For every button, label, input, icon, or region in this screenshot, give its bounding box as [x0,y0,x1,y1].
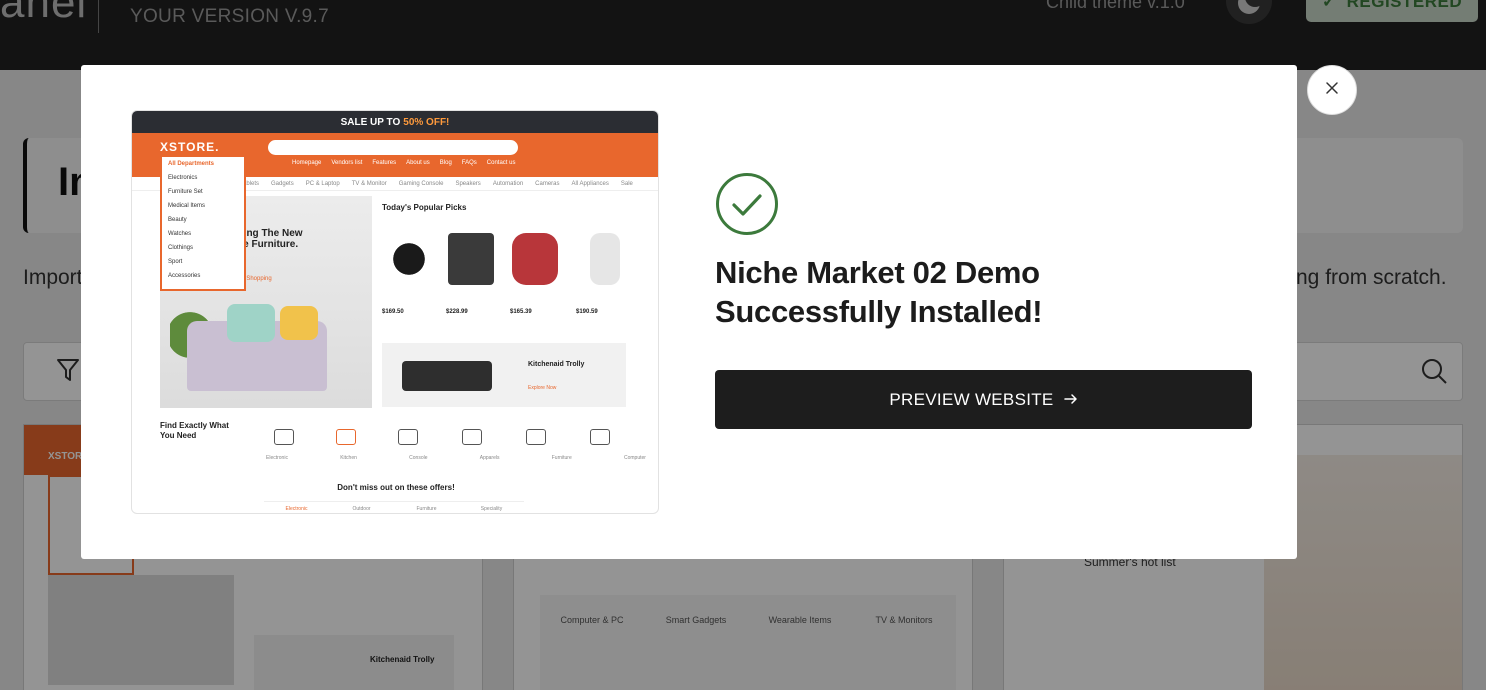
preview-offer-tabs: Electronic Outdoor Furniture Speciality [264,501,524,513]
preview-subnav-item: All Appliances [571,180,609,187]
preview-subnav-item: Gaming Console [398,180,444,187]
preview-promo-box-title: Kitchenaid Trolly [528,361,585,368]
preview-product-speaker [590,233,620,285]
preview-promo-box: Kitchenaid Trolly Explore Now [382,343,626,407]
preview-subnav-item: Sale [620,180,633,187]
preview-promo-box-link: Explore Now [528,385,557,391]
preview-price: $165.39 [510,309,532,315]
phone-icon [274,429,294,445]
preview-grill [402,361,492,391]
preview-category-label: Computer [624,455,646,461]
preview-departments-menu: All Departments Electronics Furniture Se… [160,155,246,291]
preview-price: $169.50 [382,309,404,315]
preview-menu-item: Contact us [486,160,516,166]
preview-subnav-item: Cameras [535,180,560,187]
preview-product-cooker [512,233,558,285]
preview-menu-item: Homepage [292,160,322,166]
preview-offer-tab: Furniture [416,506,437,512]
success-title-line: Successfully Installed! [715,294,1043,329]
preview-department-item: Furniture Set [168,189,203,195]
check-circle-icon [715,172,779,236]
console-icon [398,429,418,445]
preview-website-label: PREVIEW WEBSITE [889,389,1054,409]
preview-category-label: Furniture [551,455,572,461]
preview-subnav-item: Speakers [455,180,481,187]
preview-subnav-item: Gadgets [271,180,294,187]
preview-picks-title: Today's Popular Picks [382,203,467,212]
kitchen-icon [336,429,356,445]
preview-offer-tab: Outdoor [352,506,371,512]
preview-category-labels: Electronic Kitchen Console Apparels Furn… [266,455,646,461]
preview-category-label: Apparels [479,455,500,461]
preview-subnav-item: Automation [492,180,524,187]
arrow-right-icon [1063,390,1078,410]
preview-promo-highlight: 50% OFF! [403,116,450,128]
preview-subnav-item: TV & Monitor [351,180,387,187]
close-modal-button[interactable] [1307,65,1357,115]
tshirt-icon [462,429,482,445]
preview-website-button[interactable]: PREVIEW WEBSITE [715,370,1252,429]
install-success-modal: SALE UP TO 50% OFF! XSTORE. Homepage Ven… [81,65,1297,559]
preview-menu-item: Features [372,160,397,166]
computer-icon [590,429,610,445]
preview-product-tshirt [448,233,494,285]
preview-price: $228.99 [446,309,468,315]
success-title: Niche Market 02 Demo Successfully Instal… [715,253,1043,331]
preview-promo-bar: SALE UP TO 50% OFF! [132,111,658,133]
demo-preview-image: SALE UP TO 50% OFF! XSTORE. Homepage Ven… [131,110,659,514]
preview-menu-item: FAQs [461,160,477,166]
preview-offers-title: Don't miss out on these offers! [337,483,455,492]
preview-department-item: Electronics [168,175,198,181]
preview-promo-text: SALE UP TO [340,116,401,128]
preview-logo: XSTORE. [160,140,220,154]
preview-pillow [227,304,275,342]
preview-offer-tab: Speciality [480,506,503,512]
preview-department-item: Medical Items [168,203,206,209]
preview-category-label: Kitchen [340,455,357,461]
preview-category-label: Console [409,455,428,461]
preview-subnav-item: PC & Laptop [305,180,340,187]
preview-offer-tab: Electronic [264,502,329,513]
preview-category-label: Electronic [266,455,288,461]
preview-price: $190.59 [576,309,598,315]
preview-menu-item: About us [406,160,430,166]
preview-product-headphones [386,233,432,285]
preview-department-item: Accessories [168,273,201,279]
preview-find-title: Find Exactly What You Need [160,421,229,440]
preview-pillow [280,306,318,340]
preview-search [268,140,518,155]
close-icon [1325,81,1339,100]
preview-departments-title: All Departments [168,161,215,167]
preview-department-item: Beauty [168,217,187,223]
success-title-line: Niche Market 02 Demo [715,255,1040,290]
preview-menu-item: Vendors list [331,160,363,166]
preview-menu-item: Blog [439,160,452,166]
preview-menu: Homepage Vendors list Features About us … [292,160,515,166]
preview-department-item: Sport [168,259,183,265]
sofa-icon [526,429,546,445]
preview-department-item: Watches [168,231,192,237]
preview-department-item: Clothings [168,245,194,251]
